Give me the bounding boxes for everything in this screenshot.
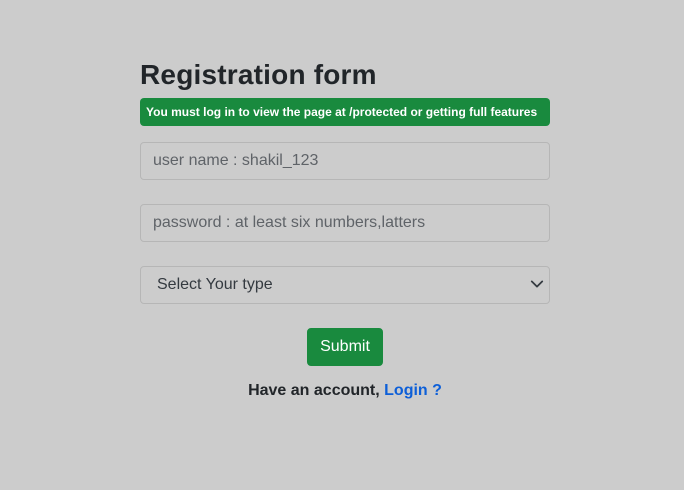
username-input[interactable]	[140, 142, 550, 180]
login-link[interactable]: Login ?	[384, 382, 442, 399]
form-title: Registration form	[140, 59, 377, 90]
login-prompt: Have an account, Login ?	[140, 382, 550, 400]
page: Registration form You must log in to vie…	[0, 0, 684, 490]
chevron-down-icon	[530, 280, 544, 288]
login-required-alert: You must log in to view the page at /pro…	[140, 98, 550, 126]
account-text: Have an account,	[248, 382, 380, 399]
registration-form: Registration form You must log in to vie…	[140, 56, 550, 400]
password-input[interactable]	[140, 204, 550, 242]
user-type-select[interactable]: Select Your type	[140, 266, 550, 304]
submit-button[interactable]: Submit	[307, 328, 383, 366]
submit-row: Submit	[140, 328, 550, 366]
user-type-select-value[interactable]: Select Your type	[140, 266, 550, 304]
